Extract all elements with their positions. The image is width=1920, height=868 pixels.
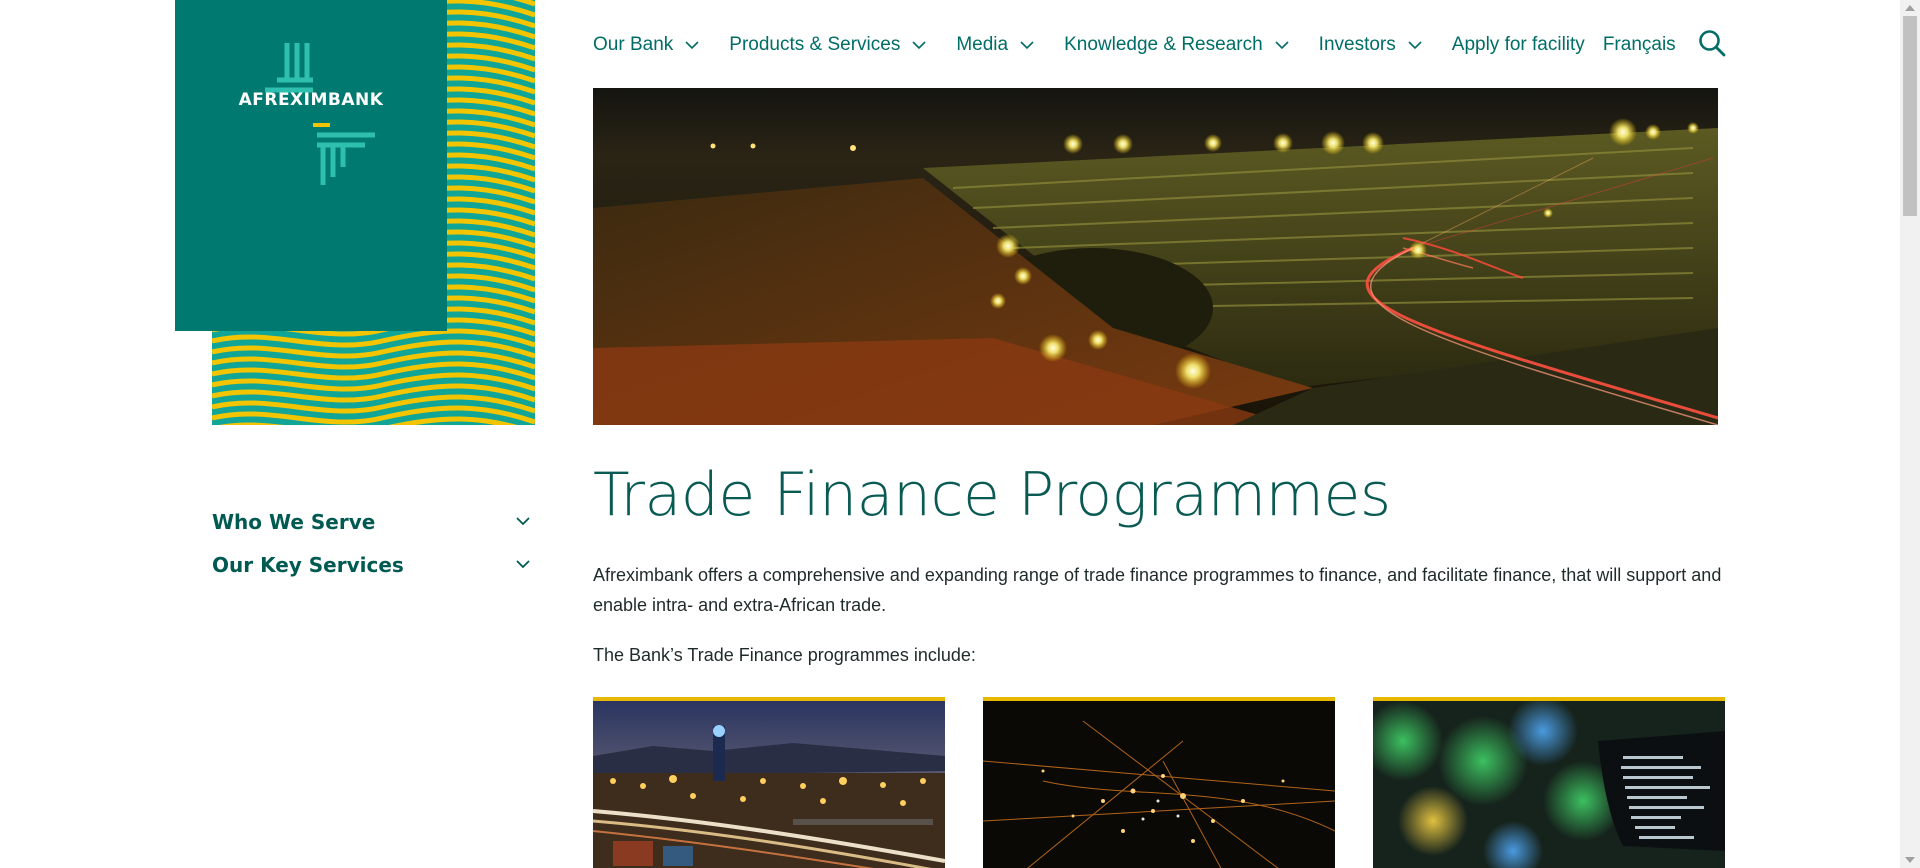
side-menu-who-we-serve[interactable]: Who We Serve — [212, 500, 535, 543]
nav-label: Investors — [1318, 34, 1396, 55]
page-scrollbar[interactable] — [1900, 0, 1920, 868]
page-title: Trade Finance Programmes — [593, 460, 1391, 530]
side-menu-label: Our Key Services — [212, 552, 404, 577]
nav-label: Français — [1602, 34, 1676, 55]
side-menu-our-key-services[interactable]: Our Key Services — [212, 543, 535, 586]
nav-investors[interactable]: Investors — [1319, 34, 1422, 56]
nav-label: Media — [956, 34, 1009, 55]
hero-image — [593, 88, 1718, 425]
logo-link[interactable]: AFREXIMBANK — [175, 0, 447, 331]
programme-cards — [593, 697, 1725, 868]
chevron-down-icon — [516, 517, 530, 526]
nav-language-francais[interactable]: Français — [1603, 34, 1676, 56]
programme-card-2[interactable] — [983, 697, 1335, 868]
nav-label: Apply for facility — [1451, 34, 1585, 55]
nav-our-bank[interactable]: Our Bank — [593, 34, 699, 56]
card-image-city-lights — [983, 701, 1335, 868]
chevron-down-icon — [685, 40, 699, 49]
chevron-down-icon — [1020, 40, 1034, 49]
nav-label: Knowledge & Research — [1064, 34, 1263, 55]
card-image-code-screen — [1373, 701, 1725, 868]
scrollbar-thumb[interactable] — [1903, 16, 1917, 216]
side-menu: Who We Serve Our Key Services — [212, 500, 535, 586]
chevron-down-icon — [516, 560, 530, 569]
logo-icon — [265, 43, 375, 185]
scroll-up-arrow-icon[interactable] — [1905, 5, 1915, 11]
nav-media[interactable]: Media — [956, 34, 1034, 56]
scroll-down-arrow-icon[interactable] — [1905, 857, 1915, 863]
nav-label: Products & Services — [729, 34, 901, 55]
search-button[interactable] — [1697, 28, 1727, 58]
nav-products-services[interactable]: Products & Services — [729, 34, 926, 56]
chevron-down-icon — [1408, 40, 1422, 49]
card-image-port-highway — [593, 701, 945, 868]
nav-label: Our Bank — [593, 34, 674, 55]
nav-apply-for-facility[interactable]: Apply for facility — [1452, 34, 1585, 56]
main-nav: Our Bank Products & Services Media Knowl… — [593, 30, 1694, 60]
programme-card-1[interactable] — [593, 697, 945, 868]
chevron-down-icon — [1275, 40, 1289, 49]
side-menu-label: Who We Serve — [212, 509, 376, 534]
programme-card-3[interactable] — [1373, 697, 1725, 868]
brand-name: AFREXIMBANK — [238, 90, 384, 110]
brand-block: AFREXIMBANK — [175, 0, 535, 425]
search-icon — [1699, 30, 1726, 57]
chevron-down-icon — [912, 40, 926, 49]
programmes-lead-in: The Bank’s Trade Finance programmes incl… — [593, 645, 976, 665]
nav-knowledge-research[interactable]: Knowledge & Research — [1064, 34, 1289, 56]
intro-paragraph: Afreximbank offers a comprehensive and e… — [593, 565, 1722, 615]
